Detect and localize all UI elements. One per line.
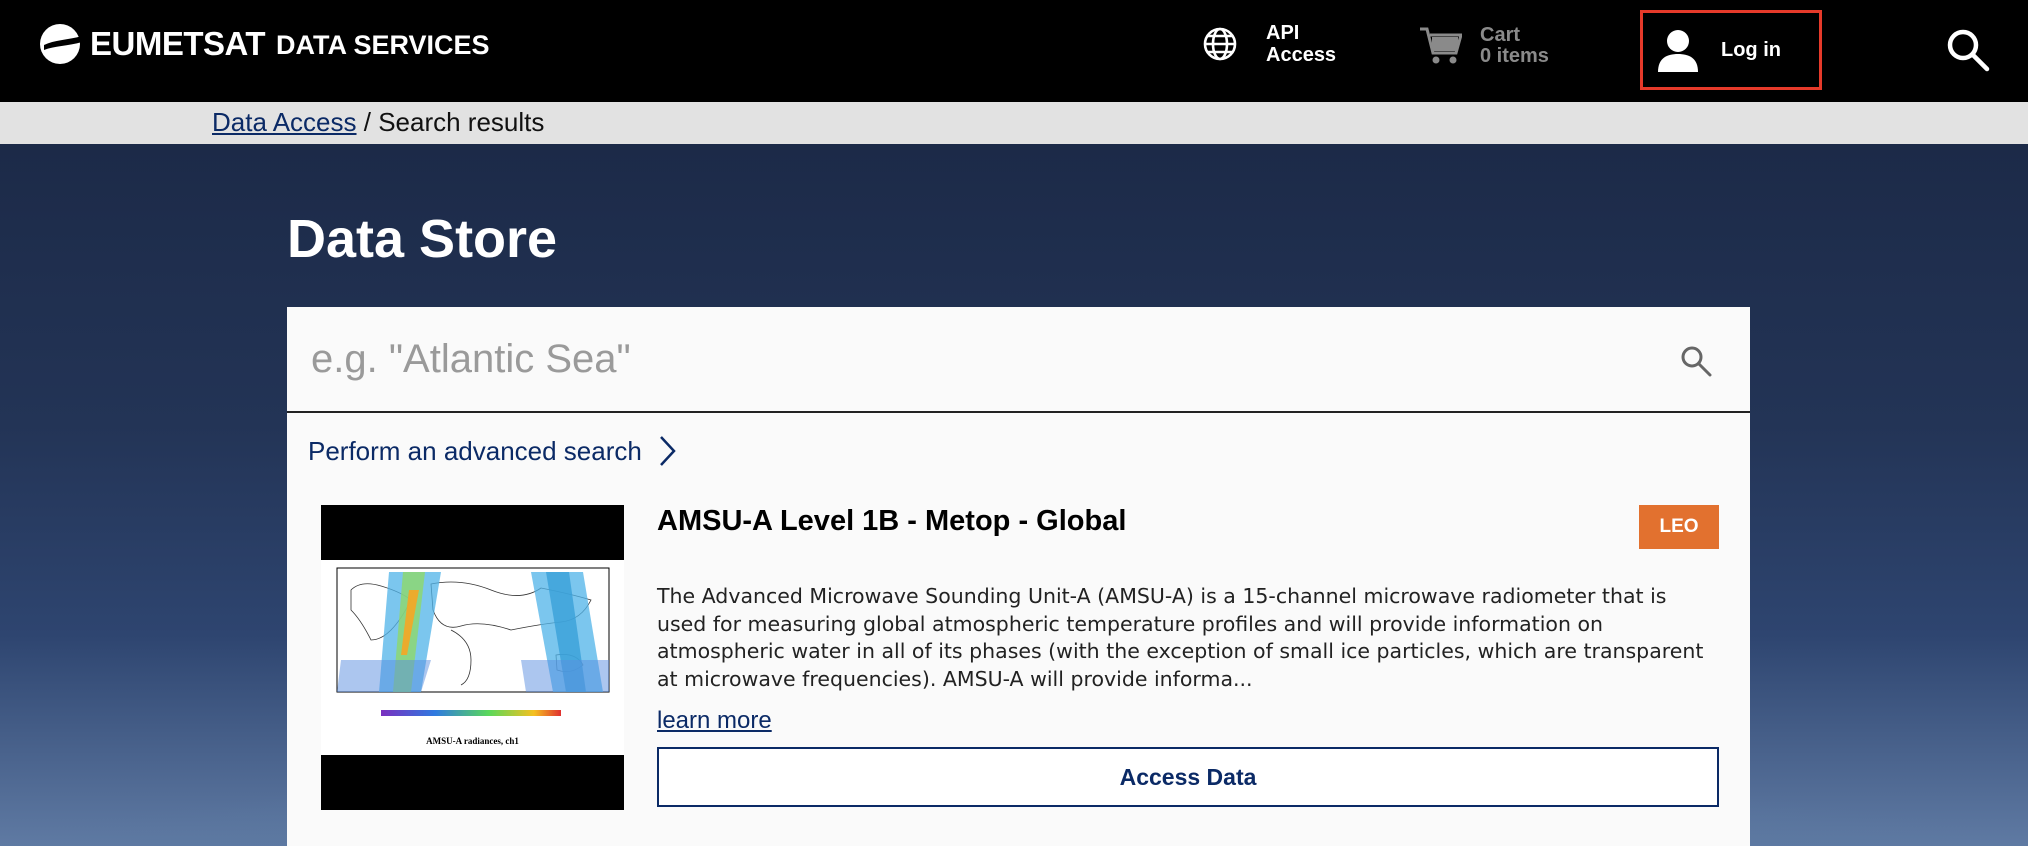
breadcrumb-separator: / — [356, 107, 379, 137]
breadcrumb: Data Access / Search results — [0, 102, 2028, 144]
result-item: AMSU-A radiances, ch1 AMSU-A Level 1B - … — [321, 505, 1721, 810]
logo-text: EUMETSAT — [90, 25, 266, 62]
data-services-title[interactable]: DATA SERVICES — [276, 30, 490, 61]
advanced-search-link[interactable]: Perform an advanced search — [308, 435, 676, 467]
cart-label: Cart — [1480, 24, 1521, 46]
result-description: The Advanced Microwave Sounding Unit-A (… — [657, 584, 1704, 691]
chevron-right-icon — [659, 436, 676, 466]
search-icon[interactable] — [1946, 28, 1990, 72]
user-icon — [1658, 30, 1698, 72]
cart-icon — [1420, 27, 1462, 64]
search-submit-icon[interactable] — [1680, 345, 1712, 377]
login-label: Log in — [1721, 38, 1781, 61]
top-navigation-bar: EUMETSAT DATA SERVICES API Access Cart 0… — [0, 0, 2028, 102]
api-label: API — [1266, 22, 1300, 44]
orbit-badge: LEO — [1639, 505, 1719, 549]
breadcrumb-data-access-link[interactable]: Data Access — [212, 107, 357, 137]
result-thumbnail[interactable]: AMSU-A radiances, ch1 — [321, 505, 624, 810]
search-card: Perform an advanced search — [287, 307, 1750, 846]
access-data-button[interactable]: Access Data — [657, 747, 1719, 807]
search-input[interactable] — [311, 329, 1631, 389]
login-button[interactable]: Log in — [1640, 10, 1822, 90]
learn-more-link[interactable]: learn more — [657, 707, 772, 735]
access-label: Access — [1266, 44, 1337, 66]
advanced-search-label: Perform an advanced search — [308, 435, 642, 466]
cart-link[interactable]: Cart 0 items — [1420, 25, 1549, 67]
breadcrumb-current: Search results — [378, 107, 545, 137]
api-access-link[interactable]: API Access — [1202, 22, 1336, 66]
result-title[interactable]: AMSU-A Level 1B - Metop - Global — [657, 505, 1126, 538]
world-map-image — [321, 560, 624, 735]
hero-background: Data Store Perform an advanced search — [0, 144, 2028, 846]
eumetsat-logo[interactable]: EUMETSAT — [38, 22, 266, 66]
thumbnail-map: AMSU-A radiances, ch1 — [321, 560, 624, 755]
globe-icon — [1203, 27, 1237, 61]
thumbnail-caption: AMSU-A radiances, ch1 — [426, 736, 519, 746]
page-title: Data Store — [287, 209, 558, 269]
cart-count: 0 items — [1480, 45, 1549, 67]
search-box — [287, 307, 1750, 413]
eumetsat-logo-icon — [40, 24, 82, 64]
